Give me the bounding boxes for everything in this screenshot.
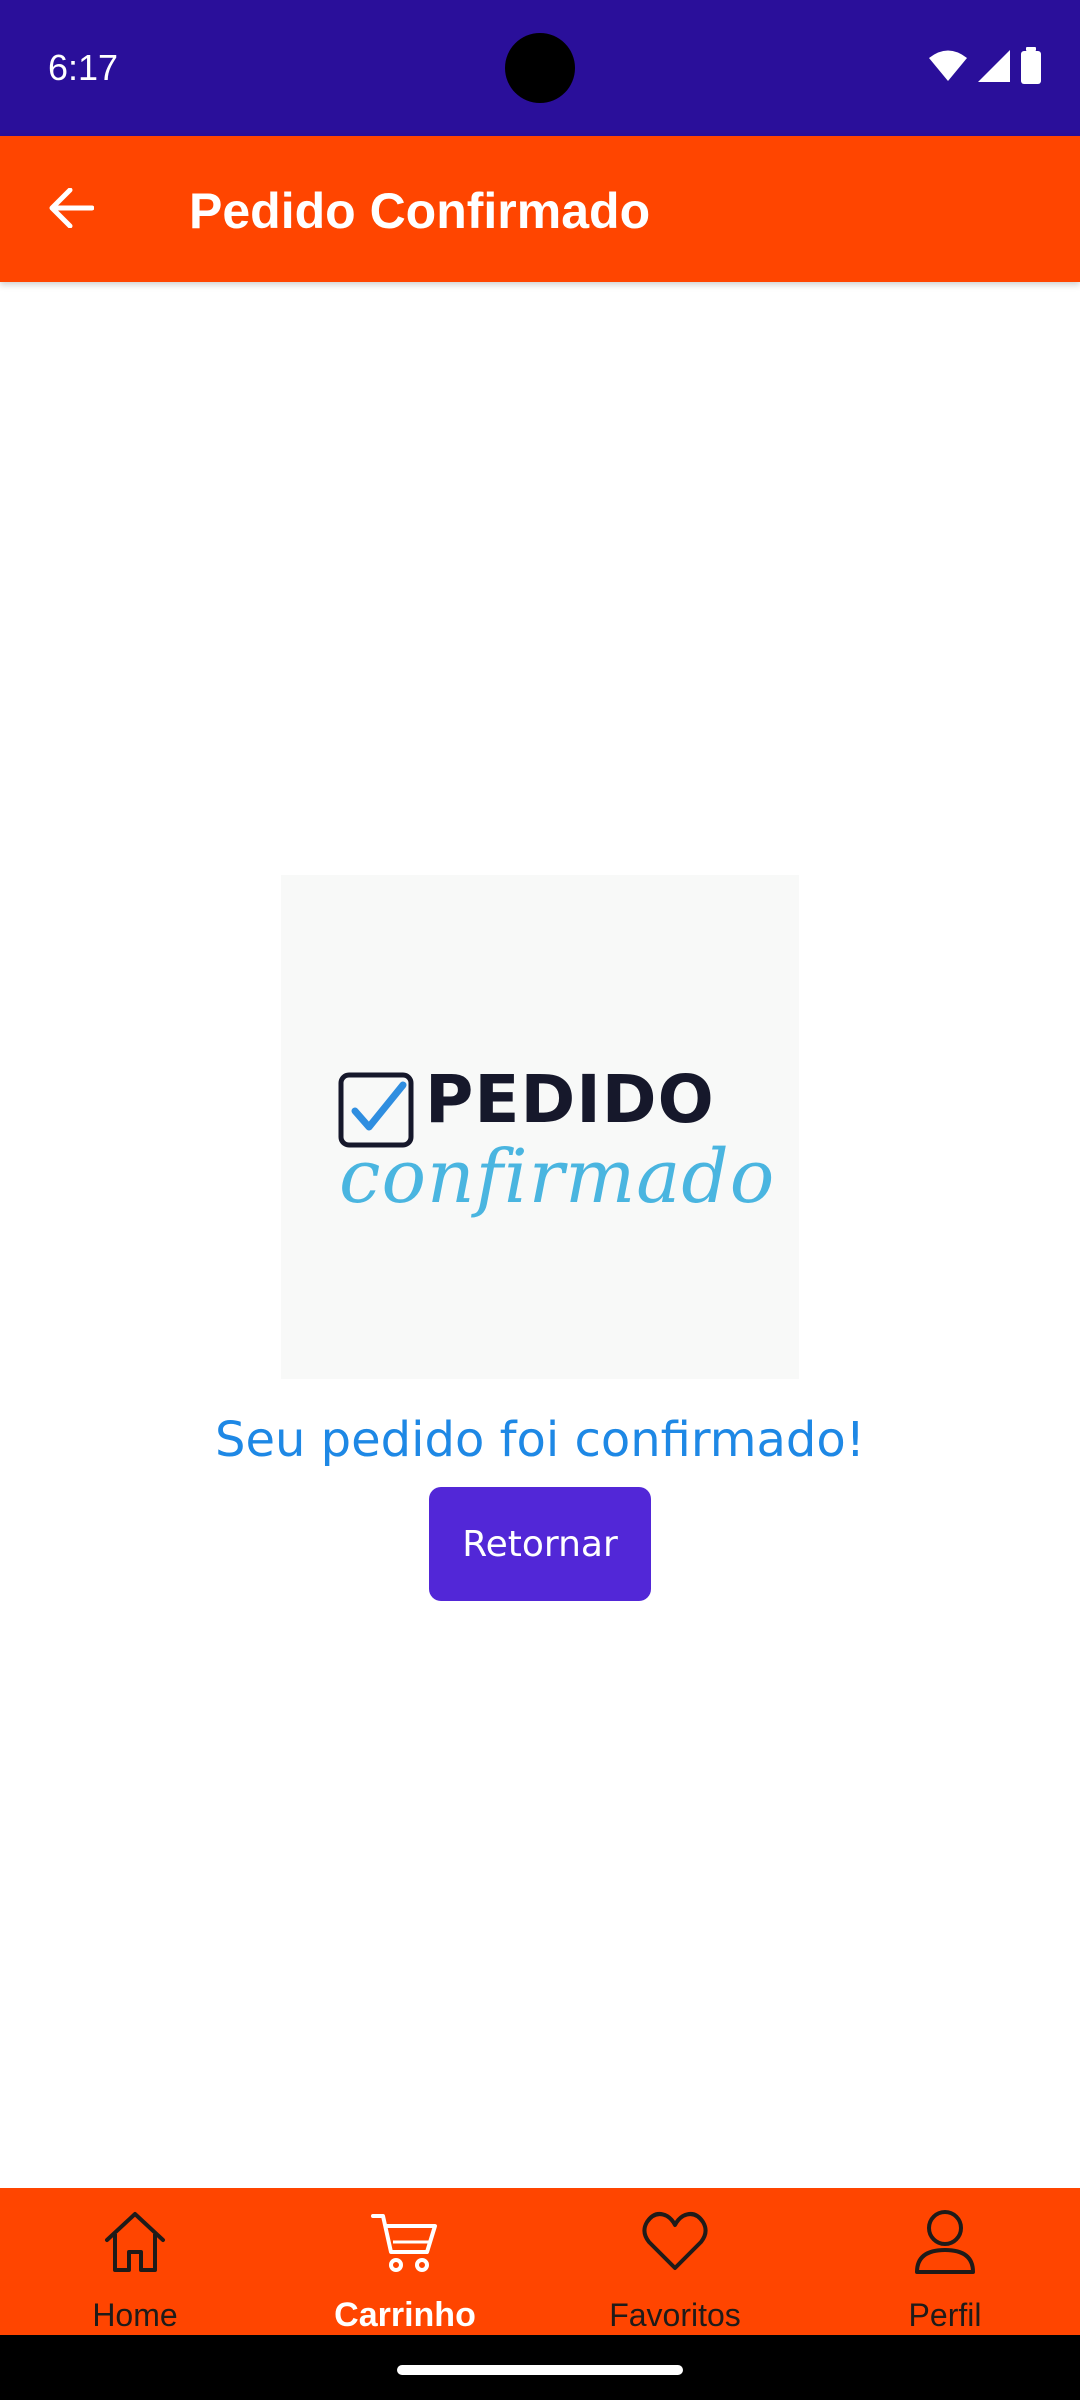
logo-title-word: PEDIDO (425, 1061, 715, 1138)
status-icons (928, 46, 1042, 90)
confirmation-message: Seu pedido foi confirmado! (215, 1412, 865, 1468)
logo-script-word: confirmado (339, 1134, 776, 1220)
page-title: Pedido Confirmado (189, 183, 651, 239)
nav-item-cart[interactable]: Carrinho (270, 2188, 540, 2335)
cart-icon (270, 2208, 540, 2276)
person-icon (810, 2208, 1080, 2276)
arrow-back-icon (48, 187, 95, 233)
gesture-handle[interactable] (397, 2365, 683, 2375)
status-time: 6:17 (48, 47, 119, 88)
nav-label-favorites: Favoritos (609, 2297, 741, 2333)
signal-icon (976, 48, 1012, 89)
heart-icon (540, 2208, 810, 2276)
home-icon (0, 2208, 270, 2276)
nav-item-profile[interactable]: Perfil (810, 2188, 1080, 2335)
status-bar: 6:17 (0, 0, 1080, 136)
return-button[interactable]: Retornar (429, 1487, 651, 1601)
content-area: PEDIDO confirmado Seu pedido foi confirm… (0, 282, 1080, 2188)
nav-label-profile: Perfil (908, 2297, 982, 2333)
bottom-navigation: Home Carrinho Favoritos Perfil (0, 2188, 1080, 2335)
nav-label-cart: Carrinho (334, 2296, 476, 2334)
nav-label-home: Home (92, 2297, 178, 2333)
back-button[interactable] (28, 172, 114, 248)
wifi-icon (928, 49, 968, 88)
order-confirmed-image: PEDIDO confirmado (281, 875, 799, 1379)
nav-item-favorites[interactable]: Favoritos (540, 2188, 810, 2335)
nav-item-home[interactable]: Home (0, 2188, 270, 2335)
app-bar: Pedido Confirmado (0, 136, 1080, 282)
gesture-navigation-area (0, 2335, 1080, 2400)
camera-cutout (505, 33, 575, 103)
battery-icon (1020, 46, 1042, 90)
